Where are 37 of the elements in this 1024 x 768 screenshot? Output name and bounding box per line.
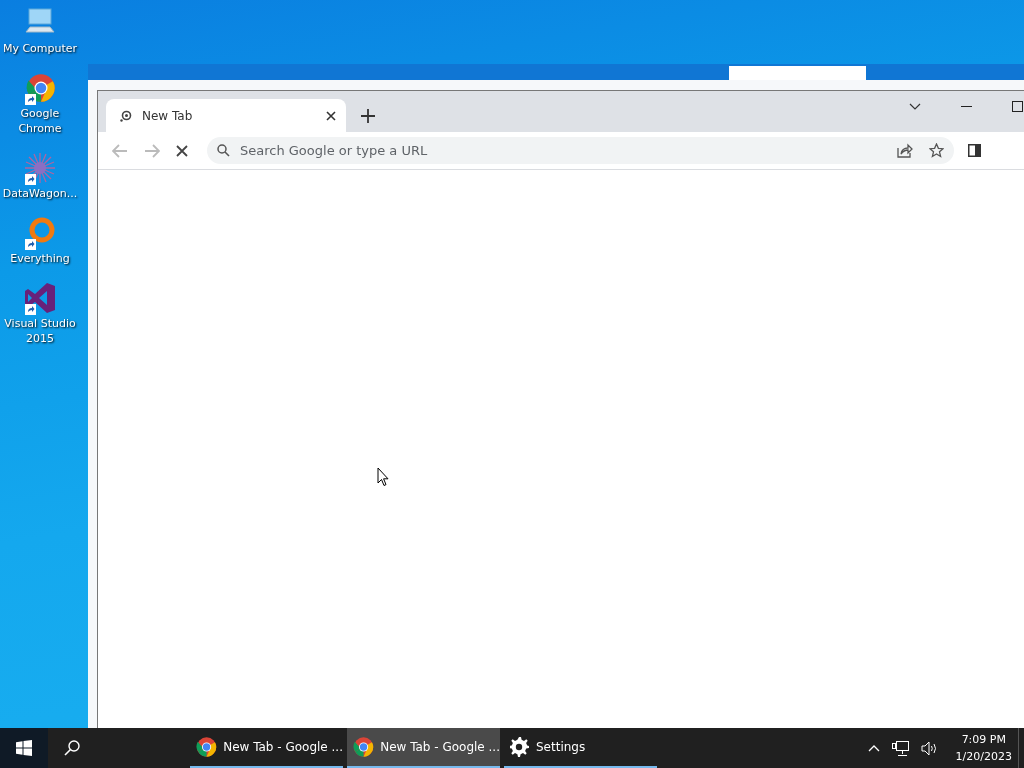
- maximize-icon[interactable]: [1012, 100, 1023, 112]
- chevron-up-icon[interactable]: [867, 744, 880, 752]
- share-icon[interactable]: [897, 143, 913, 158]
- shortcut-arrow-icon: [25, 94, 36, 105]
- shortcut-arrow-icon: [25, 239, 36, 250]
- clock-date[interactable]: 1/20/2023: [955, 748, 1012, 765]
- side-panel-icon[interactable]: [968, 144, 981, 157]
- taskbar-button[interactable]: Settings: [504, 728, 657, 768]
- search-icon: [217, 144, 230, 157]
- plus-icon[interactable]: [361, 108, 375, 123]
- minimize-icon[interactable]: [961, 105, 972, 107]
- shortcut-arrow-icon: [25, 174, 36, 185]
- tab-loading-icon: [120, 109, 132, 122]
- windows-start-icon[interactable]: [16, 740, 32, 756]
- chevron-down-icon[interactable]: [909, 102, 921, 110]
- clock-time[interactable]: 7:09 PM: [961, 731, 1006, 748]
- taskbar-button[interactable]: New Tab - Google ...: [347, 728, 500, 768]
- browser-tab[interactable]: New Tab: [106, 99, 346, 132]
- mouse-pointer-icon: [377, 467, 389, 487]
- network-icon[interactable]: [891, 740, 909, 756]
- chrome-logo-icon: [353, 735, 375, 759]
- sparkle-burst-icon[interactable]: [23, 151, 57, 185]
- stop-icon[interactable]: [176, 144, 188, 157]
- address-bar[interactable]: Search Google or type a URL: [207, 137, 954, 164]
- desktop-icon-label[interactable]: Google Chrome: [1, 105, 79, 137]
- vs-logo-icon[interactable]: [23, 281, 57, 315]
- shortcut-arrow-icon: [25, 304, 36, 315]
- taskbar-button[interactable]: New Tab - Google ...: [190, 728, 343, 768]
- tab-title: New Tab: [142, 108, 194, 123]
- chrome-logo-icon: [196, 735, 218, 759]
- search-icon[interactable]: [64, 740, 80, 756]
- desktop-icon-label[interactable]: My Computer: [1, 40, 79, 57]
- close-icon[interactable]: [326, 110, 336, 121]
- gear-icon: [510, 737, 530, 757]
- star-icon[interactable]: [929, 143, 944, 158]
- address-field[interactable]: Search Google or type a URL: [240, 143, 887, 158]
- speaker-icon[interactable]: [920, 740, 938, 756]
